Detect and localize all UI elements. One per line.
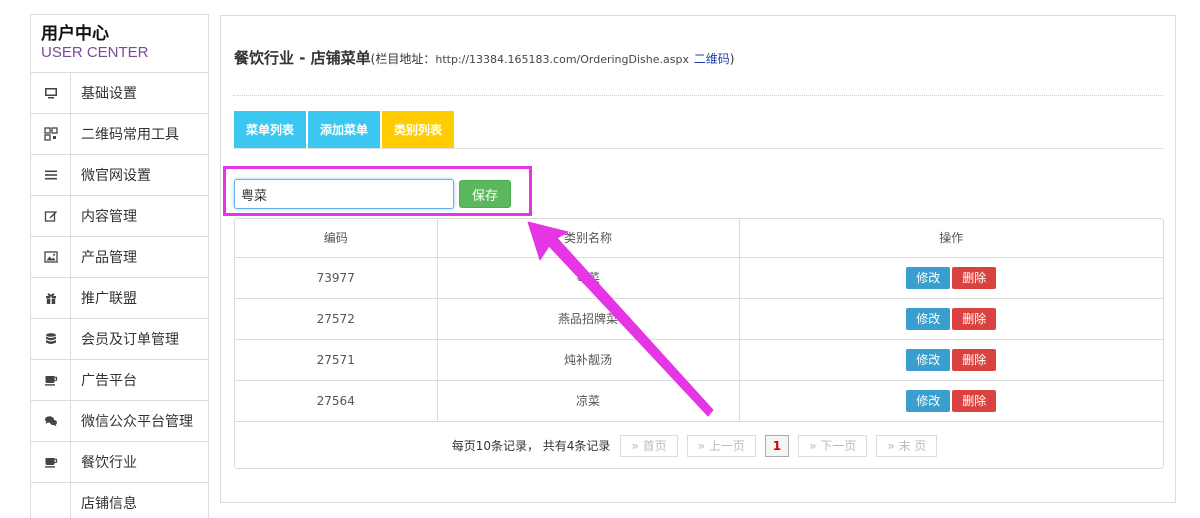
delete-button[interactable]: 删除: [952, 348, 997, 371]
table-header-row: 编码 类别名称 操作: [235, 219, 1163, 258]
column-header-name: 类别名称: [437, 219, 740, 258]
qrcode-link[interactable]: 二维码: [694, 52, 730, 66]
sidebar-item[interactable]: 推广联盟: [31, 278, 208, 319]
sidebar-item-label: 微信公众平台管理: [81, 414, 193, 430]
cell-category-name: 粤菜: [437, 257, 740, 299]
sidebar-item-label: 微官网设置: [81, 168, 151, 184]
sidebar: 用户中心 USER CENTER 基础设置二维码常用工具 微官网设置内容管理产品管…: [30, 14, 209, 518]
cell-actions: 修改 删除: [739, 380, 1163, 422]
user-center-title: 用户中心: [41, 24, 109, 44]
sidebar-item[interactable]: 内容管理: [31, 196, 208, 237]
tab-menu-list[interactable]: 菜单列表: [234, 111, 307, 148]
first-page-link[interactable]: » 首页: [620, 434, 678, 457]
cell-actions: 修改 删除: [739, 257, 1163, 299]
column-header-code: 编码: [235, 219, 438, 258]
last-page-link[interactable]: » 末 页: [876, 434, 938, 457]
page-url: http://13384.165183.com/OrderingDishe.as…: [435, 53, 689, 66]
category-name-input[interactable]: [234, 179, 454, 209]
sidebar-item[interactable]: 店铺信息: [31, 483, 208, 518]
cell-code: 73977: [235, 257, 438, 299]
sidebar-item[interactable]: 广告平台: [31, 360, 208, 401]
sidebar-item[interactable]: 二维码常用工具: [31, 114, 208, 155]
sidebar-item-label: 广告平台: [81, 373, 137, 389]
delete-button[interactable]: 删除: [952, 389, 997, 412]
sidebar-item-label: 二维码常用工具: [81, 127, 179, 143]
current-page[interactable]: 1: [764, 434, 790, 457]
sidebar-item-label: 推广联盟: [81, 291, 137, 307]
save-button[interactable]: 保存: [459, 180, 511, 208]
sidebar-item-label: 店铺信息: [81, 496, 137, 512]
sidebar-item-label: 会员及订单管理: [81, 332, 179, 348]
edit-icon: [31, 196, 71, 236]
sidebar-item[interactable]: 微官网设置: [31, 155, 208, 196]
user-center-subtitle: USER CENTER: [41, 44, 149, 61]
sidebar-item-label: 内容管理: [81, 209, 137, 225]
image-icon: [31, 237, 71, 277]
database-icon: [31, 319, 71, 359]
edit-button[interactable]: 修改: [906, 389, 951, 412]
menu-icon: [31, 155, 71, 195]
table-row: 27572 燕品招牌菜 修改 删除: [235, 298, 1163, 340]
cell-category-name: 燕品招牌菜: [437, 298, 740, 340]
column-header-actions: 操作: [739, 219, 1163, 258]
cell-code: 27571: [235, 339, 438, 381]
tabs-divider: [233, 148, 1163, 149]
address-prefix: (栏目地址：: [370, 52, 436, 66]
sidebar-item[interactable]: 餐饮行业: [31, 442, 208, 483]
address-suffix: ): [729, 52, 735, 66]
cell-code: 27564: [235, 380, 438, 422]
table-row: 27564 凉菜 修改 删除: [235, 380, 1163, 422]
sidebar-item[interactable]: 会员及订单管理: [31, 319, 208, 360]
delete-button[interactable]: 删除: [952, 266, 997, 289]
table-row: 73977 粤菜 修改 删除: [235, 257, 1163, 299]
cell-code: 27572: [235, 298, 438, 340]
delete-button[interactable]: 删除: [952, 307, 997, 330]
cell-category-name: 凉菜: [437, 380, 740, 422]
tab-bar: 菜单列表 添加菜单 类别列表: [234, 111, 455, 148]
chat-icon: [31, 401, 71, 441]
next-page-link[interactable]: » 下一页: [798, 434, 868, 457]
gift-icon: [31, 278, 71, 318]
edit-button[interactable]: 修改: [906, 266, 951, 289]
sidebar-item-label: 基础设置: [81, 86, 137, 102]
sidebar-nav: 基础设置二维码常用工具 微官网设置内容管理产品管理推广联盟会员及订单管理 广告平台微…: [31, 73, 208, 518]
monitor-icon: [31, 73, 71, 113]
page-heading: 餐饮行业 - 店铺菜单(栏目地址：http://13384.165183.com…: [234, 47, 734, 68]
qrcode-icon: [31, 114, 71, 154]
cell-category-name: 炖补靓汤: [437, 339, 740, 381]
coffee-icon: [31, 442, 71, 482]
tab-add-menu[interactable]: 添加菜单: [308, 111, 381, 148]
user-center-header: 用户中心 USER CENTER: [31, 15, 208, 73]
pagination-summary: 每页10条记录， 共有4条记录: [451, 439, 611, 453]
sidebar-item[interactable]: 基础设置: [31, 73, 208, 114]
coffee-icon: [31, 360, 71, 400]
sidebar-item-icon-slot: [31, 483, 71, 518]
pagination: 每页10条记录， 共有4条记录 » 首页 » 上一页 1 » 下一页 » 末 页: [235, 422, 1163, 469]
edit-button[interactable]: 修改: [906, 348, 951, 371]
sidebar-item[interactable]: 微信公众平台管理: [31, 401, 208, 442]
cell-actions: 修改 删除: [739, 339, 1163, 381]
page-title: 餐饮行业 - 店铺菜单: [234, 49, 371, 67]
main-panel: 餐饮行业 - 店铺菜单(栏目地址：http://13384.165183.com…: [220, 15, 1176, 503]
prev-page-link[interactable]: » 上一页: [686, 434, 756, 457]
edit-button[interactable]: 修改: [906, 307, 951, 330]
cell-actions: 修改 删除: [739, 298, 1163, 340]
table-row: 27571 炖补靓汤 修改 删除: [235, 339, 1163, 381]
divider: [233, 95, 1163, 96]
tab-category-list[interactable]: 类别列表: [382, 111, 455, 148]
sidebar-item-label: 产品管理: [81, 250, 137, 266]
sidebar-item-label: 餐饮行业: [81, 455, 137, 471]
sidebar-item[interactable]: 产品管理: [31, 237, 208, 278]
category-table: 编码 类别名称 操作 73977 粤菜 修改 删除 27572 燕品招牌菜 修改 删除 2757…: [234, 218, 1164, 469]
